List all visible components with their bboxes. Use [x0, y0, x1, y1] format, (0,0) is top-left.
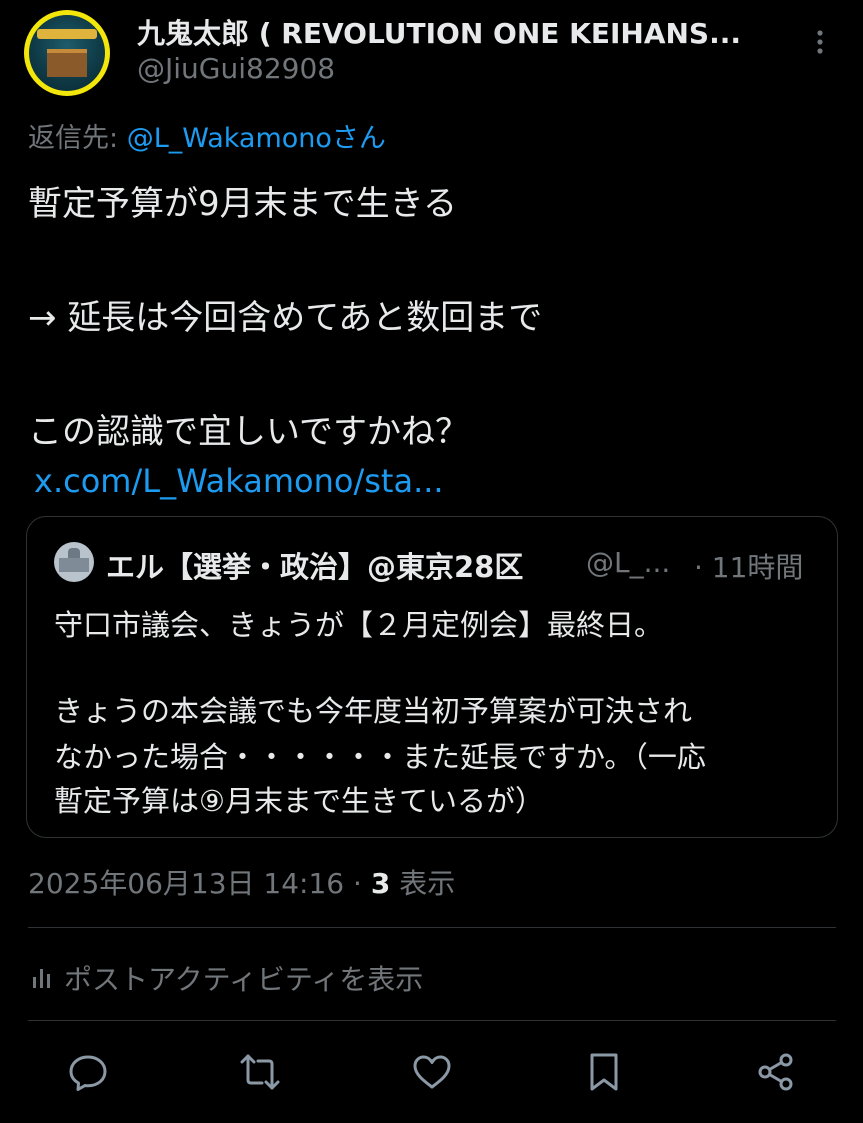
post-activity-link[interactable]: ポストアクティビティを表示: [30, 958, 423, 998]
author-avatar[interactable]: [24, 10, 110, 96]
quoted-post-line: きょうの本会議でも今年度当初予算案が可決され: [54, 694, 693, 728]
quoted-post-line: なかった場合・・・・・・また延長ですか。（一応: [54, 740, 706, 774]
bookmark-icon[interactable]: [582, 1050, 626, 1094]
post-body-line: → 延長は今回含めてあと数回まで: [28, 298, 543, 338]
reply-to-mention[interactable]: @L_Wakamonoさん: [127, 123, 386, 154]
more-options-icon[interactable]: [808, 28, 832, 56]
quoted-post-line: 守口市議会、きょうが【２月定例会】最終日。: [54, 608, 664, 642]
post-activity-label: ポストアクティビティを表示: [64, 963, 424, 996]
analytics-icon: [30, 965, 56, 998]
retweet-icon[interactable]: [238, 1050, 282, 1094]
post-timestamp: 2025年06月13日 14:16 · 3 表示: [28, 862, 455, 902]
divider: [28, 1020, 836, 1021]
like-icon[interactable]: [410, 1050, 454, 1094]
reply-icon[interactable]: [66, 1050, 110, 1094]
timestamp-text[interactable]: 2025年06月13日 14:16 ·: [28, 867, 371, 900]
views-count: 3: [370, 867, 391, 900]
quoted-author-name: エル【選挙・政治】@東京28区: [106, 550, 524, 584]
author-display-name[interactable]: 九鬼太郎 ( REVOLUTION ONE KEIHANS...: [137, 12, 787, 52]
quoted-author-avatar: [54, 542, 94, 582]
post-body-line: この認識で宜しいですかね？: [28, 412, 469, 452]
reply-to-line: 返信先: @L_Wakamonoさん: [28, 116, 386, 155]
divider: [28, 927, 836, 928]
views-label: 表示: [390, 867, 456, 900]
author-handle[interactable]: @JiuGui82908: [137, 52, 335, 85]
quoted-post-time: · 11時間: [694, 551, 804, 584]
post-link[interactable]: x.com/L_Wakamono/sta...: [34, 462, 444, 500]
reply-to-prefix: 返信先:: [28, 123, 127, 154]
post-body-line: 暫定予算が9月末まで生きる: [28, 184, 457, 224]
quoted-author-handle: @L_...: [586, 546, 671, 579]
share-icon[interactable]: [754, 1050, 798, 1094]
quoted-post-line: 暫定予算は⑨月末まで生きているが）: [54, 784, 544, 818]
